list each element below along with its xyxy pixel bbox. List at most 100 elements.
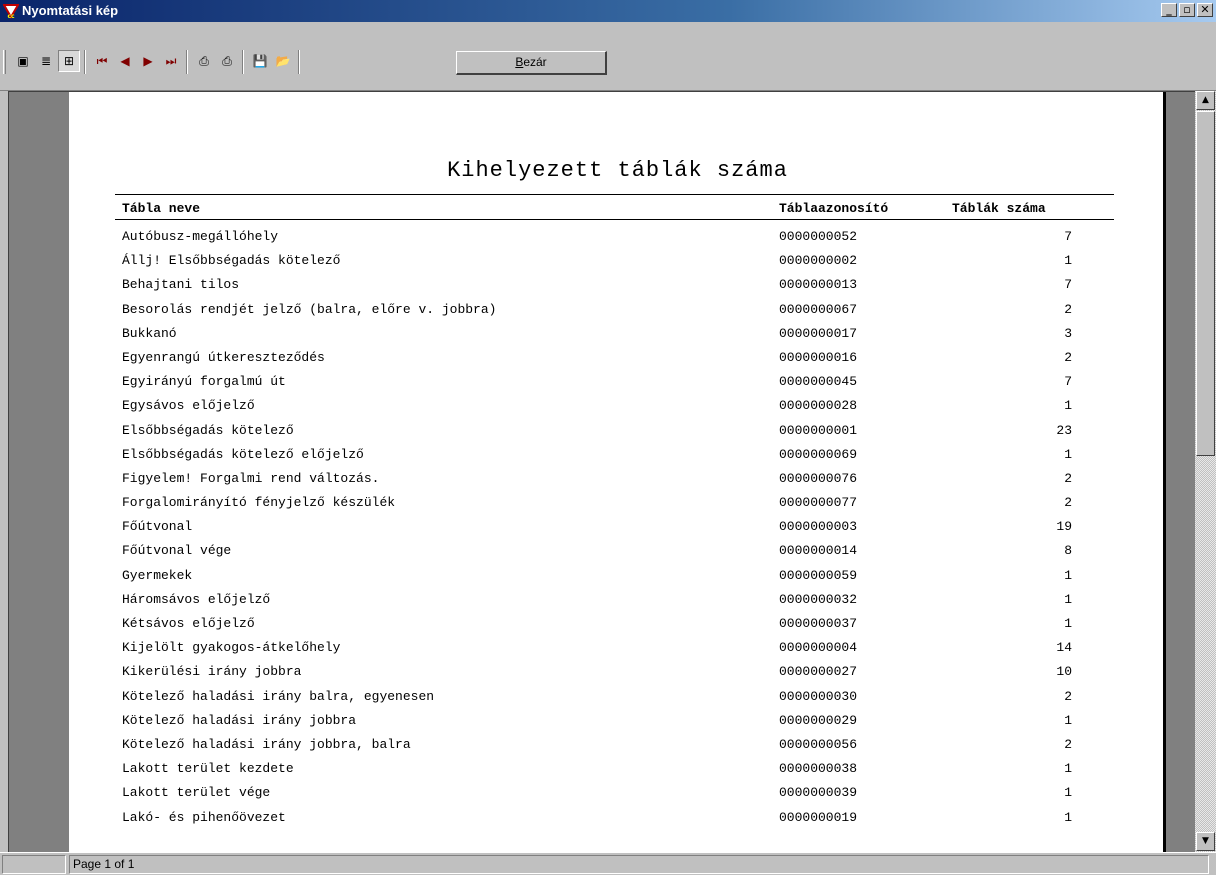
table-row: Főútvonal vége 0000000014 8	[69, 539, 1166, 563]
toolbar-separator	[84, 50, 86, 74]
table-row: Bukkanó 0000000017 3	[69, 322, 1166, 346]
row-name: Behajtani tilos	[122, 277, 240, 293]
row-count: 1	[1064, 761, 1072, 777]
row-id: 0000000045	[779, 374, 858, 390]
row-name: Kétsávos előjelző	[122, 616, 255, 631]
row-id: 0000000052	[779, 229, 858, 244]
row-count: 1	[1064, 398, 1072, 414]
table-row: Lakó- és pihenőövezet 0000000019 1	[69, 806, 1166, 830]
row-count: 2	[1064, 688, 1072, 704]
svg-text:cc: cc	[7, 13, 15, 19]
row-id: 0000000069	[779, 446, 858, 462]
row-id: 0000000037	[779, 616, 858, 631]
maximize-button[interactable]: ▫	[1179, 3, 1195, 17]
row-id: 0000000056	[779, 736, 858, 752]
one-page-view-icon[interactable]: ▣	[12, 50, 34, 72]
header-top-rule	[115, 194, 1114, 195]
table-row: Kötelező haladási irány jobbra, balra 000…	[69, 733, 1166, 757]
report-page: Kihelyezett táblák száma Tábla neve Tábl…	[69, 92, 1166, 852]
row-id: 0000000029	[779, 712, 858, 728]
row-id: 0000000003	[779, 519, 858, 535]
scroll-down-icon[interactable]: ▼	[1196, 832, 1215, 851]
row-id: 0000000019	[779, 809, 858, 825]
close-preview-button[interactable]: Bezár	[456, 51, 607, 75]
row-count: 3	[1064, 325, 1072, 341]
row-name: Lakott terület vége	[122, 785, 271, 801]
table-row: Kétsávos előjelző 0000000037 1	[69, 612, 1166, 636]
row-count: 2	[1064, 495, 1072, 511]
row-id: 0000000002	[779, 253, 858, 269]
status-panel-empty	[2, 855, 66, 874]
row-count: 1	[1064, 253, 1072, 269]
toolbar-separator	[298, 50, 300, 74]
row-id: 0000000076	[779, 470, 858, 486]
minimize-button[interactable]: _	[1161, 3, 1177, 17]
title-bar[interactable]: cc Nyomtatási kép _ ▫ ✕	[0, 0, 1216, 22]
table-row: Kötelező haladási irány jobbra 0000000029…	[69, 709, 1166, 733]
row-name: Lakott terület kezdete	[122, 761, 294, 777]
scroll-up-icon[interactable]: ▲	[1196, 91, 1215, 110]
row-name: Elsőbbségadás kötelező előjelző	[122, 446, 364, 462]
row-name: Kötelező haladási irány jobbra	[122, 712, 357, 728]
row-count: 7	[1064, 229, 1072, 244]
row-count: 1	[1064, 616, 1072, 631]
print-setup-icon[interactable]: ⎙	[193, 50, 215, 72]
row-name: Kötelező haladási irány jobbra, balra	[122, 736, 411, 752]
print-icon[interactable]: ⎙	[216, 50, 238, 72]
report-app-icon: cc	[3, 4, 19, 19]
first-page-icon[interactable]: ⏮	[91, 50, 113, 72]
next-page-icon[interactable]: ▶	[137, 50, 159, 72]
zoom-page-icon[interactable]: ⊞	[58, 50, 80, 72]
open-icon[interactable]: 📂	[272, 50, 294, 72]
table-row: Egysávos előjelző 0000000028 1	[69, 394, 1166, 418]
close-window-button[interactable]: ✕	[1197, 3, 1213, 17]
table-row: Besorolás rendjét jelző (balra, előre v.…	[69, 298, 1166, 322]
row-name: Egyenrangú útkereszteződés	[122, 349, 325, 365]
row-count: 1	[1064, 809, 1072, 825]
last-page-icon[interactable]: ⏭	[160, 50, 182, 72]
row-count: 2	[1064, 349, 1072, 365]
row-count: 10	[1056, 664, 1072, 680]
status-bar: Page 1 of 1	[0, 852, 1216, 875]
window-title: Nyomtatási kép	[22, 3, 119, 18]
table-row: Elsőbbségadás kötelező előjelző 000000006…	[69, 443, 1166, 467]
scroll-thumb[interactable]	[1196, 111, 1215, 456]
row-id: 0000000027	[779, 664, 858, 680]
vertical-scrollbar[interactable]: ▲ ▼	[1195, 91, 1216, 852]
row-id: 0000000013	[779, 277, 858, 293]
row-name: Főútvonal vége	[122, 543, 232, 559]
report-rows: Autóbusz-megállóhely 0000000052 7 Állj! El…	[69, 225, 1166, 830]
prev-page-icon[interactable]: ◀	[114, 50, 136, 72]
table-row: Háromsávos előjelző 0000000032 1	[69, 588, 1166, 612]
row-count: 1	[1064, 785, 1072, 801]
table-row: Figyelem! Forgalmi rend változás. 0000000…	[69, 467, 1166, 491]
row-name: Bukkanó	[122, 325, 177, 341]
header-bottom-rule	[115, 219, 1114, 220]
table-row: Lakott terület vége 0000000039 1	[69, 781, 1166, 805]
save-icon[interactable]: 💾	[249, 50, 271, 72]
row-id: 0000000032	[779, 591, 858, 607]
row-name: Háromsávos előjelző	[122, 591, 271, 607]
row-count: 19	[1056, 519, 1072, 535]
row-id: 0000000017	[779, 325, 858, 341]
table-row: Állj! Elsőbbségadás kötelező 0000000002 1	[69, 249, 1166, 273]
row-name: Figyelem! Forgalmi rend változás.	[122, 470, 380, 486]
preview-area[interactable]: Kihelyezett táblák száma Tábla neve Tábl…	[8, 91, 1196, 853]
column-header-id: Táblaazonosító	[779, 201, 889, 216]
table-row: Lakott terület kezdete 0000000038 1	[69, 757, 1166, 781]
toolbar-grip[interactable]	[3, 50, 6, 74]
row-name: Kikerülési irány jobbra	[122, 664, 302, 680]
row-name: Egyirányú forgalmú út	[122, 374, 286, 390]
row-name: Állj! Elsőbbségadás kötelező	[122, 253, 341, 269]
row-id: 0000000077	[779, 495, 858, 511]
row-name: Lakó- és pihenőövezet	[122, 809, 286, 825]
table-row: Behajtani tilos 0000000013 7	[69, 273, 1166, 297]
table-row: Főútvonal 0000000003 19	[69, 515, 1166, 539]
two-page-view-icon[interactable]: ≣	[35, 50, 57, 72]
report-title: Kihelyezett táblák száma	[447, 158, 788, 183]
row-name: Gyermekek	[122, 567, 193, 583]
table-row: Egyenrangú útkereszteződés 0000000016 2	[69, 346, 1166, 370]
row-id: 0000000030	[779, 688, 858, 704]
table-row: Kötelező haladási irány balra, egyenesen…	[69, 685, 1166, 709]
table-row: Kikerülési irány jobbra 0000000027 10	[69, 660, 1166, 684]
